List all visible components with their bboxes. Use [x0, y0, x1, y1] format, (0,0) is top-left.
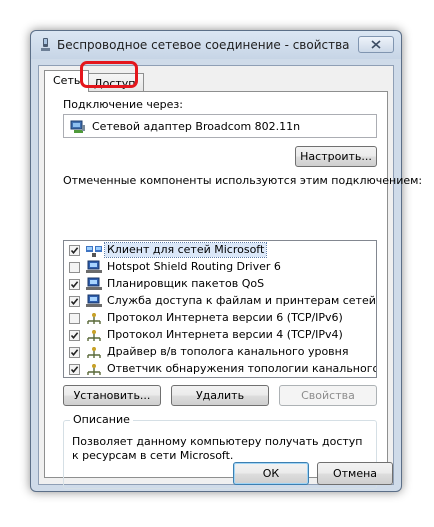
tab-network[interactable]: Сеть [44, 70, 90, 92]
components-list[interactable]: Клиент для сетей Microsoft Hotspot Shiel… [63, 240, 377, 378]
configure-button[interactable]: Настроить... [295, 146, 377, 167]
component-label: Служба доступа к файлам и принтерам сете… [107, 294, 376, 307]
description-text: Позволяет данному компьютеру получать до… [72, 435, 363, 462]
component-label: Hotspot Shield Routing Driver 6 [107, 260, 281, 273]
list-item[interactable]: Протокол Интернета версии 6 (TCP/IPv6) [64, 310, 376, 327]
protocol-icon [87, 313, 101, 324]
checkbox[interactable] [69, 347, 80, 358]
close-button[interactable] [358, 36, 394, 53]
ok-button[interactable]: ОК [233, 462, 309, 485]
checkbox[interactable] [69, 262, 80, 273]
network-service-icon [86, 260, 102, 273]
component-label: Протокол Интернета версии 4 (TCP/IPv4) [107, 328, 343, 341]
protocol-icon [87, 347, 101, 358]
components-label: Отмеченные компоненты используются этим … [63, 174, 423, 187]
checkmark-icon [70, 366, 79, 374]
checkbox[interactable] [69, 330, 80, 341]
checkbox[interactable] [69, 313, 80, 324]
list-item[interactable]: Драйвер в/в тополога канального уровня [64, 344, 376, 361]
checkmark-icon [70, 349, 79, 357]
checkmark-icon [70, 332, 79, 340]
list-item[interactable]: Клиент для сетей Microsoft [64, 242, 376, 259]
component-label: Планировщик пакетов QoS [107, 277, 265, 290]
properties-dialog: Беспроводное сетевое соединение - свойст… [30, 30, 422, 492]
cancel-button[interactable]: Отмена [317, 462, 393, 485]
list-item[interactable]: Hotspot Shield Routing Driver 6 [64, 259, 376, 276]
protocol-icon [87, 364, 101, 375]
close-icon [371, 40, 381, 49]
checkbox[interactable] [69, 279, 80, 290]
network-client-icon [86, 246, 102, 257]
network-tab-panel: Подключение через: Сетевой адаптер Broad… [44, 91, 422, 489]
component-label: Клиент для сетей Microsoft [103, 242, 268, 258]
network-adapter-icon [70, 120, 85, 133]
window-title: Беспроводное сетевое соединение - свойст… [57, 38, 350, 52]
wireless-network-icon [41, 38, 50, 51]
properties-button[interactable]: Свойства [279, 385, 377, 406]
checkmark-icon [70, 247, 79, 255]
list-item[interactable]: Ответчик обнаружения топологии канальног… [64, 361, 377, 377]
component-label: Протокол Интернета версии 6 (TCP/IPv6) [107, 311, 343, 324]
checkmark-icon [70, 281, 79, 289]
remove-button[interactable]: Удалить [171, 385, 269, 406]
dialog-client-area: Сеть Доступ Подключение через: Сетевой а… [38, 65, 422, 489]
list-item[interactable]: Протокол Интернета версии 4 (TCP/IPv4) [64, 327, 376, 344]
list-item[interactable]: Служба доступа к файлам и принтерам сете… [64, 293, 376, 310]
description-title: Описание [70, 413, 133, 426]
connect-using-label: Подключение через: [63, 98, 183, 111]
checkbox[interactable] [69, 364, 80, 375]
title-bar[interactable]: Беспроводное сетевое соединение - свойст… [31, 31, 401, 59]
protocol-icon [87, 330, 101, 341]
adapter-field: Сетевой адаптер Broadcom 802.11n [63, 114, 377, 138]
checkbox[interactable] [69, 296, 80, 307]
checkbox[interactable] [69, 245, 80, 256]
list-item[interactable]: Планировщик пакетов QoS [64, 276, 376, 293]
checkmark-icon [70, 298, 79, 306]
component-label: Ответчик обнаружения топологии канальног… [107, 362, 377, 375]
component-label: Драйвер в/в тополога канального уровня [107, 345, 349, 358]
network-service-icon [86, 277, 102, 290]
network-service-icon [86, 294, 102, 307]
tab-sharing[interactable]: Доступ [85, 73, 145, 93]
adapter-name: Сетевой адаптер Broadcom 802.11n [92, 120, 301, 133]
install-button[interactable]: Установить... [63, 385, 161, 406]
